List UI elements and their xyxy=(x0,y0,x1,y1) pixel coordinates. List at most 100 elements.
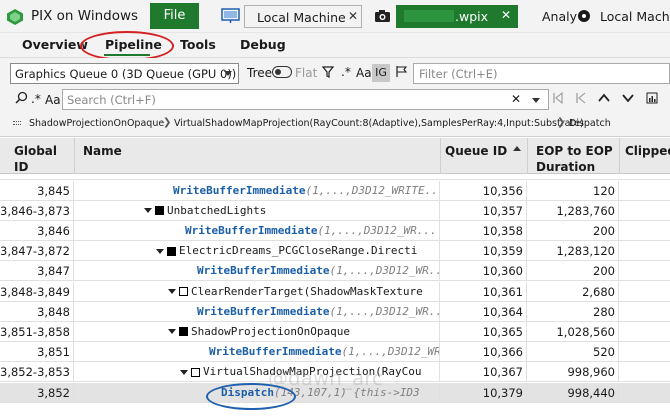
queue-select[interactable]: Graphics Queue 0 (3D Queue (GPU 0)) xyxy=(10,63,239,84)
search-input[interactable] xyxy=(62,89,549,110)
cell-clipped xyxy=(620,302,670,322)
breadcrumb-item[interactable]: VirtualShadowMapProjection(RayCount:8(Ad… xyxy=(174,118,584,129)
filter-toolbar: Graphics Queue 0 (3D Queue (GPU 0)) Tree… xyxy=(0,58,670,88)
chevron-right-icon: ❯ xyxy=(557,117,566,128)
cell-eop-duration: 998,960 xyxy=(528,362,619,383)
column-header-queue-id[interactable]: Queue ID xyxy=(441,138,528,174)
column-header-clipped[interactable]: ClippedI xyxy=(620,138,670,174)
cell-global-id: 3,851-3,858 xyxy=(0,321,74,342)
table-row[interactable]: 3,848-3,849 ClearRenderTarget(ShadowMaskT… xyxy=(0,281,670,302)
marker-square-icon xyxy=(191,367,200,377)
monitor-icon xyxy=(221,8,240,23)
search-match-case-toggle[interactable]: Aa xyxy=(45,93,61,107)
expand-collapse-icon[interactable] xyxy=(168,329,176,335)
column-header-global-id[interactable]: Global ID xyxy=(0,138,75,174)
column-header-name[interactable]: Name xyxy=(75,138,441,174)
cell-clipped xyxy=(620,362,670,382)
column-header-eop-duration[interactable]: EOP to EOP Duration (ns) xyxy=(528,138,620,190)
chevron-down-icon[interactable] xyxy=(622,91,634,109)
cell-queue-id: 10,379 xyxy=(441,382,527,403)
event-name: UnbatchedLights xyxy=(167,203,267,217)
table-row[interactable]: 3,848 WriteBufferImmediate(1,...,D3D12_WR… xyxy=(0,301,670,322)
cell-global-id: 3,845 xyxy=(0,180,74,201)
chevron-right-icon: ❯ xyxy=(163,117,172,128)
regex-toggle[interactable]: .* xyxy=(341,65,351,79)
flag-icon[interactable] xyxy=(395,65,408,81)
cell-clipped xyxy=(620,383,670,403)
api-call-args: (1,...,D3D12_WR... xyxy=(341,345,440,359)
cell-name: ShadowProjectionOnOpaque xyxy=(75,321,440,342)
cell-name: WriteBufferImmediate(1,...,D3D12_WR... xyxy=(75,342,440,363)
cell-eop-duration: 280 xyxy=(528,301,619,322)
target-label[interactable]: Local Machin xyxy=(600,9,670,24)
chevron-down-icon xyxy=(224,71,232,76)
marker-square-icon xyxy=(155,206,164,216)
menu-overview[interactable]: Overview xyxy=(22,37,88,52)
table-row[interactable]: 3,847-3,872 ElectricDreams_PCGCloseRange.… xyxy=(0,241,670,262)
capture-tab[interactable]: .wpix ✕ xyxy=(396,5,518,28)
cell-queue-id: 10,356 xyxy=(441,180,527,201)
bar-chart-icon[interactable] xyxy=(646,91,658,109)
annotation-oval-dispatch xyxy=(206,383,296,410)
close-icon[interactable]: ✕ xyxy=(348,9,358,23)
cell-global-id: 3,848 xyxy=(0,301,74,322)
ig-toggle[interactable]: IG xyxy=(372,64,390,82)
table-row[interactable]: 3,846 WriteBufferImmediate(1,...,D3D12_WR… xyxy=(0,220,670,242)
expand-collapse-icon[interactable] xyxy=(180,369,188,375)
api-call-args: (1,...,D3D12_WR... xyxy=(329,264,440,278)
sort-ascending-icon xyxy=(513,146,521,151)
first-result-icon[interactable] xyxy=(552,91,564,109)
tree-flat-toggle[interactable] xyxy=(272,66,292,78)
cell-clipped xyxy=(620,342,670,362)
menu-tools[interactable]: Tools xyxy=(180,37,216,52)
table-row[interactable]: 3,845 WriteBufferImmediate(1,...,D3D12_WR… xyxy=(0,180,670,201)
file-menu-button[interactable]: File xyxy=(150,3,199,29)
expand-collapse-icon[interactable] xyxy=(168,289,176,294)
breadcrumb-item[interactable]: ShadowProjectionOnOpaque xyxy=(29,118,164,129)
cell-clipped xyxy=(620,201,670,221)
cell-clipped xyxy=(620,241,670,261)
api-call-name: WriteBufferImmediate xyxy=(197,304,330,318)
search-history-chevron-icon[interactable] xyxy=(532,98,540,103)
expand-collapse-icon[interactable] xyxy=(144,208,152,214)
cell-queue-id: 10,367 xyxy=(441,362,527,383)
previous-result-icon[interactable] xyxy=(575,91,587,109)
app-title: PIX on Windows xyxy=(31,8,139,24)
cell-name: WriteBufferImmediate(1,...,D3D12_WRITE..… xyxy=(75,180,440,201)
annotation-oval-pipeline xyxy=(80,31,174,61)
analysis-label[interactable]: Analy xyxy=(542,9,577,24)
target-radio-icon[interactable] xyxy=(578,10,590,22)
camera-icon xyxy=(375,10,390,22)
cell-global-id: 3,846 xyxy=(0,220,74,241)
filter-icon[interactable] xyxy=(321,66,335,82)
capture-tab-label: .wpix xyxy=(455,9,489,24)
cell-global-id: 3,847-3,872 xyxy=(0,241,74,262)
match-case-toggle[interactable]: Aa xyxy=(356,66,372,80)
cell-eop-duration: 998,440 xyxy=(528,382,619,403)
chevron-up-icon[interactable] xyxy=(598,91,610,109)
table-row[interactable]: 3,851-3,858 ShadowProjectionOnOpaque 10,36… xyxy=(0,321,670,343)
pix-logo-icon xyxy=(7,9,23,25)
api-call-name: WriteBufferImmediate xyxy=(197,264,330,278)
filter-input[interactable] xyxy=(413,63,670,84)
cell-clipped xyxy=(620,181,670,201)
cell-queue-id: 10,360 xyxy=(441,261,527,282)
search-regex-toggle[interactable]: .* xyxy=(31,92,41,106)
connection-tab-label: Local Machine xyxy=(257,10,346,25)
tree-label: Tree xyxy=(247,66,273,80)
close-icon[interactable]: ✕ xyxy=(501,8,511,22)
table-row[interactable]: 3,846-3,873 UnbatchedLights 10,357 1,283,76… xyxy=(0,200,670,221)
table-row[interactable]: 3,847 WriteBufferImmediate(1,...,D3D12_WR… xyxy=(0,261,670,282)
menu-debug[interactable]: Debug xyxy=(240,37,286,52)
marker-square-icon xyxy=(167,246,176,256)
clear-search-icon[interactable]: ✕ xyxy=(511,92,521,106)
breadcrumb-item[interactable]: Dispatch xyxy=(569,118,611,129)
api-call-args: (1,...,D3D12_WR... xyxy=(329,304,440,318)
cell-clipped xyxy=(620,221,670,241)
marker-square-icon xyxy=(179,287,188,296)
expand-collapse-icon[interactable] xyxy=(156,248,164,254)
table-row[interactable]: 3,851 WriteBufferImmediate(1,...,D3D12_WR… xyxy=(0,342,670,363)
event-name: ElectricDreams_PCGCloseRange.Directi xyxy=(179,244,418,258)
connection-tab[interactable]: Local Machine ✕ xyxy=(244,5,362,28)
events-table-header: Global ID Name Queue ID EOP to EOP Durat… xyxy=(0,138,670,190)
